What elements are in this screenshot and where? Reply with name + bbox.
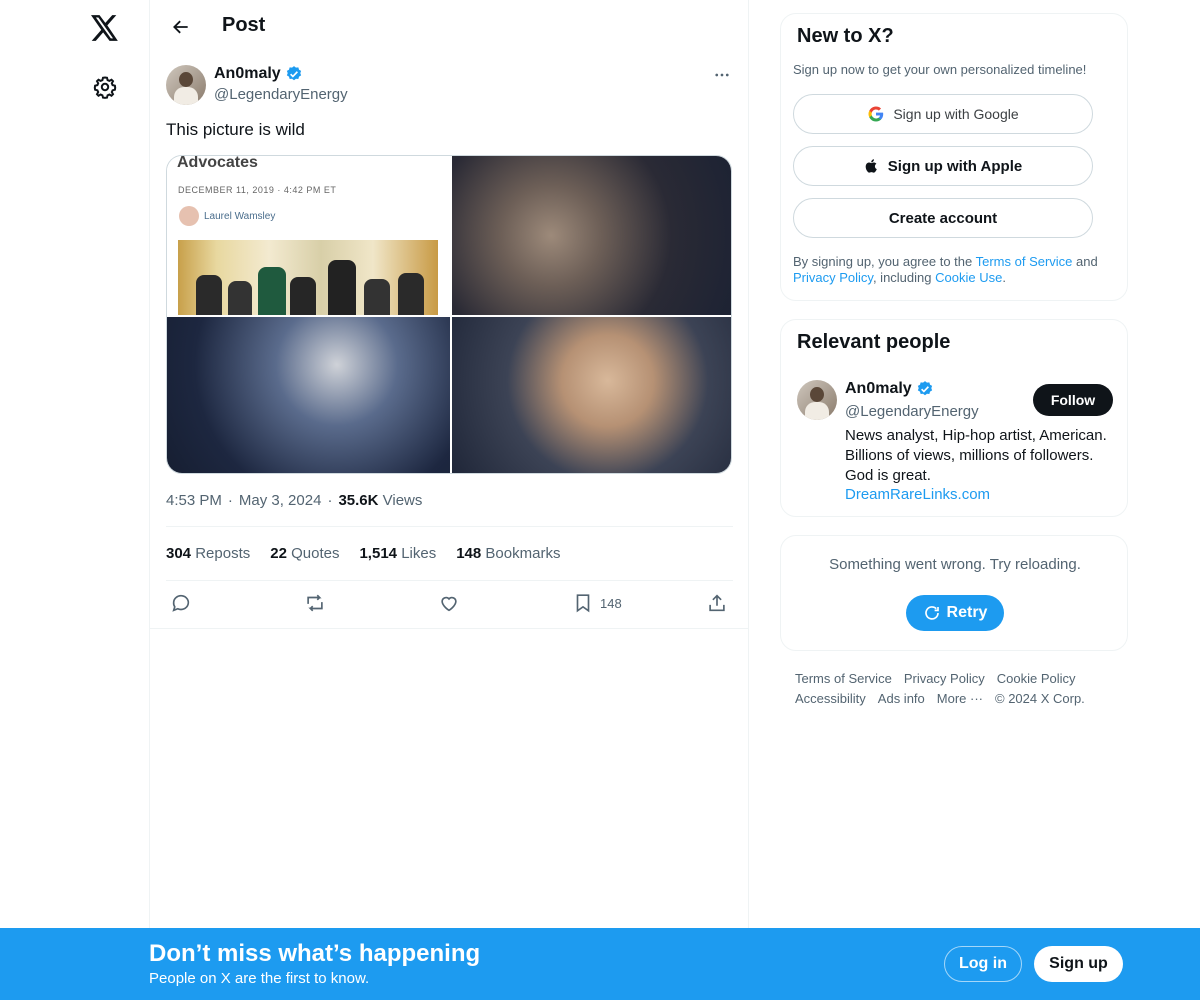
- signup-subtitle: Sign up now to get your own personalized…: [793, 62, 1087, 77]
- media-photo-1[interactable]: [452, 156, 731, 315]
- login-button[interactable]: Log in: [944, 946, 1022, 982]
- post-actions: 148: [166, 590, 733, 620]
- person-handle[interactable]: @LegendaryEnergy: [845, 403, 979, 420]
- article-author-avatar: [179, 206, 199, 226]
- footer-privacy[interactable]: Privacy Policy: [904, 671, 985, 686]
- relevant-people-card: Relevant people An0maly @LegendaryEnergy…: [780, 319, 1128, 517]
- apple-icon: [865, 159, 877, 173]
- footer-ads[interactable]: Ads info: [878, 691, 925, 706]
- post-text: This picture is wild: [166, 120, 305, 139]
- media-photo-2[interactable]: [167, 317, 450, 473]
- divider: [166, 580, 733, 581]
- signup-button[interactable]: Sign up: [1034, 946, 1123, 982]
- avatar[interactable]: [166, 65, 206, 105]
- media-photo-3[interactable]: [452, 317, 731, 473]
- footer-cookie[interactable]: Cookie Policy: [997, 671, 1076, 686]
- post-meta: 4:53 PM · May 3, 2024 · 35.6K Views: [166, 492, 423, 509]
- reply-button[interactable]: [170, 592, 192, 614]
- retry-button[interactable]: Retry: [906, 595, 1004, 631]
- banner-subtitle: People on X are the first to know.: [149, 970, 370, 987]
- create-account-label: Create account: [888, 209, 998, 227]
- bookmark-button[interactable]: 148: [572, 592, 622, 614]
- bookmark-icon: [576, 594, 590, 613]
- footer-more[interactable]: More ···: [937, 691, 983, 706]
- post-date[interactable]: May 3, 2024: [239, 492, 322, 509]
- refresh-icon: [924, 606, 939, 620]
- privacy-link[interactable]: Privacy Policy: [793, 270, 873, 285]
- reply-icon: [172, 594, 190, 612]
- article-date: DECEMBER 11, 2019 · 4:42 PM ET: [178, 185, 337, 195]
- main-column: Post An0maly @LegendaryEnergy This pictu…: [150, 0, 749, 1000]
- media-article-screenshot[interactable]: Advocates DECEMBER 11, 2019 · 4:42 PM ET…: [167, 156, 450, 315]
- signup-apple-button[interactable]: Sign up with Apple: [793, 146, 1093, 186]
- person-link[interactable]: DreamRareLinks.com: [845, 486, 990, 503]
- more-options-icon[interactable]: [711, 64, 733, 86]
- follow-button[interactable]: Follow: [1033, 384, 1113, 416]
- error-message: Something went wrong. Try reloading.: [829, 556, 1081, 573]
- author-name-text: An0maly: [214, 65, 281, 82]
- person-bio: News analyst, Hip-hop artist, American. …: [845, 427, 1107, 484]
- heart-icon: [441, 596, 457, 612]
- signup-title: New to X?: [797, 25, 894, 47]
- x-logo-icon[interactable]: [85, 8, 125, 48]
- quotes-stat[interactable]: 22 Quotes: [270, 545, 339, 562]
- share-icon: [709, 594, 725, 612]
- relevant-people-title: Relevant people: [797, 331, 951, 353]
- person-name[interactable]: An0maly: [845, 380, 934, 398]
- post-time[interactable]: 4:53 PM: [166, 492, 222, 509]
- repost-button[interactable]: [304, 592, 326, 614]
- gear-icon[interactable]: [85, 67, 125, 107]
- page-title: Post: [222, 14, 266, 36]
- bookmark-count: 148: [600, 595, 622, 611]
- google-label: Sign up with Google: [893, 106, 1019, 122]
- author-handle[interactable]: @LegendaryEnergy: [214, 86, 348, 103]
- verified-badge-icon: [286, 66, 301, 81]
- post-stats: 304 Reposts 22 Quotes 1,514 Likes 148 Bo…: [166, 545, 560, 562]
- google-icon: [868, 106, 884, 122]
- divider: [150, 628, 749, 629]
- error-card: Something went wrong. Try reloading. Ret…: [780, 535, 1128, 651]
- banner-title: Don’t miss what’s happening: [149, 940, 481, 967]
- share-button[interactable]: [706, 592, 728, 614]
- apple-label: Sign up with Apple: [887, 157, 1023, 175]
- bookmarks-stat[interactable]: 148 Bookmarks: [456, 545, 560, 562]
- verified-badge-icon: [917, 381, 932, 396]
- likes-stat[interactable]: 1,514 Likes: [359, 545, 436, 562]
- views-label: Views: [382, 492, 423, 509]
- arrow-left-icon: [173, 20, 188, 34]
- back-button[interactable]: [162, 8, 200, 46]
- signup-terms: By signing up, you agree to the Terms of…: [793, 254, 1098, 285]
- footer-links: Terms of Service Privacy Policy Cookie Pol…: [795, 669, 1125, 709]
- post-header: Post: [150, 0, 749, 54]
- views-count: 35.6K: [338, 492, 379, 509]
- signup-banner: Don’t miss what’s happening People on X …: [0, 928, 1200, 1000]
- left-nav: [0, 0, 150, 1000]
- like-button[interactable]: [438, 592, 460, 614]
- divider: [166, 526, 733, 527]
- article-title: Advocates: [177, 156, 258, 171]
- post-media-grid[interactable]: Advocates DECEMBER 11, 2019 · 4:42 PM ET…: [166, 155, 732, 474]
- repost-icon: [307, 594, 323, 612]
- footer-terms[interactable]: Terms of Service: [795, 671, 892, 686]
- post-author: An0maly @LegendaryEnergy: [166, 64, 733, 108]
- create-account-button[interactable]: Create account: [793, 198, 1093, 238]
- reposts-stat[interactable]: 304 Reposts: [166, 545, 250, 562]
- article-photo: [178, 240, 438, 315]
- author-name[interactable]: An0maly: [214, 65, 303, 83]
- avatar[interactable]: [797, 380, 837, 420]
- footer-copyright: © 2024 X Corp.: [995, 691, 1085, 706]
- post-views[interactable]: 35.6K Views: [338, 492, 422, 509]
- article-author: Laurel Wamsley: [204, 211, 276, 222]
- footer-accessibility[interactable]: Accessibility: [795, 691, 866, 706]
- terms-link[interactable]: Terms of Service: [976, 254, 1073, 269]
- signup-card: New to X? Sign up now to get your own pe…: [780, 13, 1128, 301]
- signup-google-button[interactable]: Sign up with Google: [793, 94, 1093, 134]
- cookie-use-link[interactable]: Cookie Use: [935, 270, 1002, 285]
